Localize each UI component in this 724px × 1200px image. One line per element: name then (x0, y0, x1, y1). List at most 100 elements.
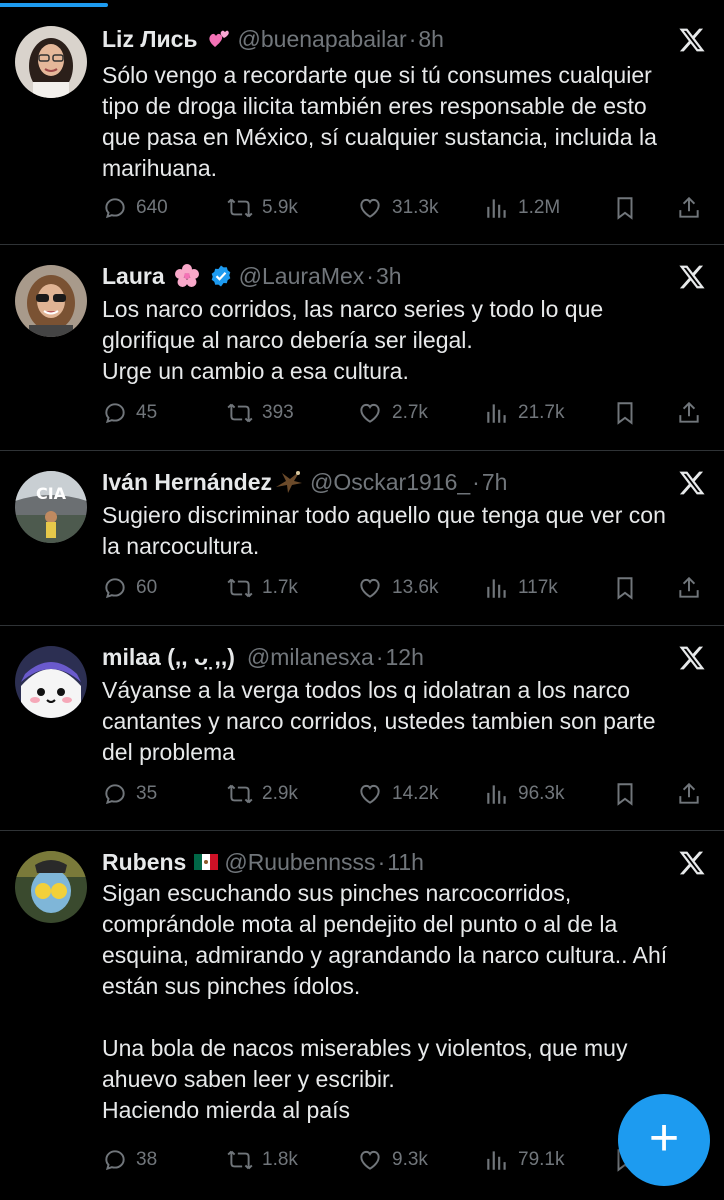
top-tab-indicator (0, 0, 724, 8)
repost-button[interactable]: 1.7k (226, 572, 298, 604)
tweet-text: Sigan escuchando sus pinches narcocorrid… (102, 880, 668, 1123)
share-icon (679, 782, 699, 804)
reply-count: 45 (136, 402, 158, 423)
author-name[interactable]: Liz Лись (102, 26, 198, 53)
share-icon (679, 401, 699, 423)
share-icon (679, 196, 699, 218)
repost-button[interactable]: 1.8k (226, 1144, 298, 1176)
author-name[interactable]: milaa (,, ᴗ̤ ,,) (102, 644, 235, 671)
repost-count: 2.9k (262, 783, 298, 804)
views-count: 117k (518, 577, 558, 598)
views-count: 96.3k (518, 783, 565, 804)
repost-button[interactable]: 2.9k (226, 778, 298, 810)
tweet-header: Laura @LauraMex · 3h (102, 259, 402, 293)
like-count: 14.2k (392, 783, 439, 804)
views-button[interactable]: 21.7k (484, 397, 564, 429)
views-button[interactable]: 1.2M (484, 192, 560, 224)
author-handle[interactable]: @Osckar1916_ (310, 469, 470, 496)
tweet-text: Sugiero discriminar todo aquello que ten… (102, 502, 666, 559)
bookmark-icon (617, 577, 633, 600)
avatar[interactable] (15, 265, 87, 337)
pink-hearts-icon (206, 26, 232, 52)
repost-count: 1.7k (262, 577, 298, 598)
bookmark-button[interactable] (612, 192, 646, 224)
tweet-header: Liz Лись @buenapabailar · 8h (102, 22, 444, 56)
like-button[interactable]: 2.7k (356, 397, 428, 429)
separator-dot: · (472, 468, 480, 495)
share-button[interactable] (676, 572, 710, 604)
like-button[interactable]: 9.3k (356, 1144, 428, 1176)
views-button[interactable]: 79.1k (484, 1144, 564, 1176)
timestamp[interactable]: 11h (387, 849, 424, 876)
bookmark-button[interactable] (612, 778, 646, 810)
x-logo-icon[interactable] (678, 26, 706, 54)
tweet-header: milaa (,, ᴗ̤ ,,) @milanesxa · 12h (102, 640, 424, 674)
views-chart-icon (487, 404, 506, 423)
repost-button[interactable]: 5.9k (226, 192, 298, 224)
reply-button[interactable]: 35 (102, 778, 157, 810)
heart-icon (360, 198, 380, 218)
avatar[interactable] (15, 851, 87, 923)
views-count: 21.7k (518, 402, 565, 423)
share-button[interactable] (676, 397, 710, 429)
like-button[interactable]: 31.3k (356, 192, 438, 224)
author-name[interactable]: Rubens (102, 849, 186, 876)
compose-button[interactable]: + (618, 1094, 710, 1186)
views-count: 1.2M (518, 197, 561, 218)
author-handle[interactable]: @Ruubennsss (224, 849, 375, 876)
author-name[interactable]: Iván Hernández (102, 469, 272, 496)
author-handle[interactable]: @LauraMex (239, 263, 365, 290)
avatar[interactable] (15, 26, 87, 98)
views-button[interactable]: 117k (484, 572, 558, 604)
timestamp[interactable]: 8h (418, 26, 444, 53)
reply-icon (105, 578, 125, 599)
views-count: 79.1k (518, 1149, 565, 1170)
reply-count: 35 (136, 783, 158, 804)
bookmark-button[interactable] (612, 572, 646, 604)
tweet[interactable]: milaa (,, ᴗ̤ ,,) @milanesxa · 12h Váyans… (0, 626, 724, 831)
reply-button[interactable]: 45 (102, 397, 157, 429)
bookmark-icon (617, 197, 633, 220)
reply-button[interactable]: 60 (102, 572, 157, 604)
author-handle[interactable]: @buenapabailar (238, 26, 407, 53)
share-button[interactable] (676, 192, 710, 224)
tweet-header: Iván Hernández @Osckar1916_ · 7h (102, 465, 507, 499)
repost-icon (227, 578, 253, 598)
x-logo-icon[interactable] (678, 469, 706, 497)
heart-icon (360, 578, 380, 598)
x-logo-icon[interactable] (678, 644, 706, 672)
active-tab-underline (0, 3, 108, 7)
avatar[interactable] (15, 646, 87, 718)
svg-text:CIA: CIA (36, 484, 67, 503)
tweet-text: Sólo vengo a recordarte que si tú consum… (102, 62, 657, 181)
like-count: 31.3k (392, 197, 439, 218)
reply-icon (105, 1150, 125, 1171)
verified-badge-icon (209, 264, 233, 288)
share-icon (679, 576, 699, 598)
repost-icon (227, 784, 253, 804)
tweet[interactable]: Laura @LauraMex · 3h Los narco corridos,… (0, 245, 724, 451)
repost-button[interactable]: 393 (226, 397, 294, 429)
views-button[interactable]: 96.3k (484, 778, 564, 810)
bookmark-button[interactable] (612, 397, 646, 429)
x-logo-icon[interactable] (678, 849, 706, 877)
reply-button[interactable]: 640 (102, 192, 168, 224)
heart-icon (360, 403, 380, 423)
avatar[interactable]: CIA (15, 471, 87, 543)
x-logo-icon[interactable] (678, 263, 706, 291)
reply-icon (105, 784, 125, 805)
tweet[interactable]: Rubens @Ruubennsss · 11h Sigan escuchand… (0, 831, 724, 1200)
like-button[interactable]: 14.2k (356, 778, 438, 810)
like-button[interactable]: 13.6k (356, 572, 438, 604)
reply-button[interactable]: 38 (102, 1144, 157, 1176)
timestamp[interactable]: 12h (386, 644, 424, 671)
author-name[interactable]: Laura (102, 263, 165, 290)
timestamp[interactable]: 3h (376, 263, 402, 290)
tweet[interactable]: Liz Лись @buenapabailar · 8h Sólo vengo … (0, 8, 724, 245)
compose-plus-icon: + (648, 1109, 680, 1167)
author-handle[interactable]: @milanesxa (247, 644, 374, 671)
tweet[interactable]: CIA Iván Hernández @Osckar1916_ · 7h Sug… (0, 451, 724, 626)
timestamp[interactable]: 7h (482, 469, 508, 496)
share-button[interactable] (676, 778, 710, 810)
action-bar: 45 393 2.7k 21.7k (102, 397, 702, 429)
